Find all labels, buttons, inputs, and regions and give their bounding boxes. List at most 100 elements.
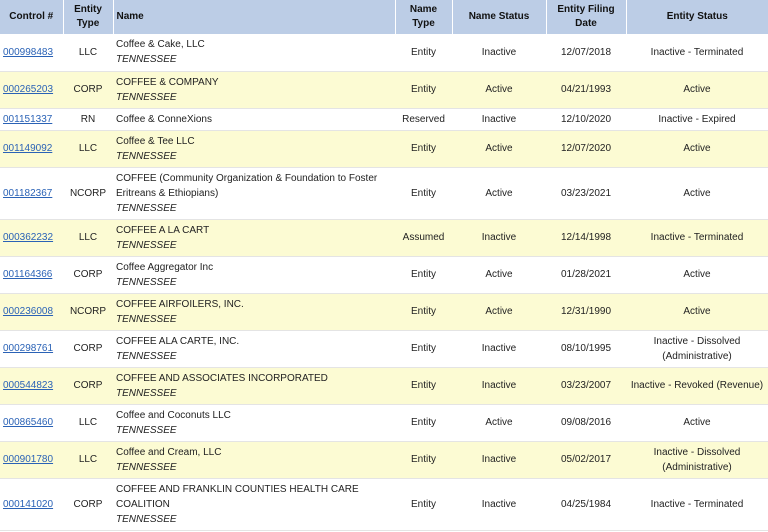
name-type-cell: Entity: [395, 478, 452, 531]
filing-date-cell: 12/10/2020: [546, 108, 626, 131]
entity-status-cell: Inactive - Dissolved (Administrative): [626, 441, 768, 479]
col-header-name-type[interactable]: Name Type: [395, 0, 453, 34]
entity-name: COFFEE ALA CARTE, INC.: [116, 335, 240, 347]
entity-status-text: Inactive - Terminated: [650, 46, 744, 58]
entity-status-text: Inactive - Dissolved (Administrative): [653, 446, 741, 473]
entity-state: TENNESSEE: [116, 424, 177, 436]
table-row: 000265203 CORP COFFEE & COMPANY TENNESSEE En…: [0, 71, 768, 109]
entity-type-cell: LLC: [63, 34, 113, 72]
table-row: 001151337 RN Coffee & ConneXions Reserved In…: [0, 108, 768, 131]
control-number-link[interactable]: 000265203: [3, 84, 53, 95]
control-number-link[interactable]: 000141020: [3, 499, 53, 510]
control-number-link[interactable]: 001151337: [3, 114, 52, 125]
entity-status-cell: Inactive - Terminated: [626, 219, 768, 257]
entity-type-cell: RN: [63, 108, 113, 131]
control-number-link[interactable]: 001164366: [3, 269, 52, 280]
table-row: 001182367 NCORP COFFEE (Community Organiza…: [0, 167, 768, 220]
name-type-cell: Entity: [395, 330, 452, 368]
filing-date-cell: 09/08/2016: [546, 404, 626, 442]
col-header-name[interactable]: Name: [113, 0, 396, 34]
table-row: 000865460 LLC Coffee and Coconuts LLC TENNE…: [0, 404, 768, 442]
filing-date-cell: 08/10/1995: [546, 330, 626, 368]
entity-name: COFFEE AND ASSOCIATES INCORPORATED: [116, 372, 328, 384]
control-number-link[interactable]: 000298761: [3, 343, 53, 354]
name-cell: COFFEE & COMPANY TENNESSEE: [113, 71, 395, 109]
entity-name: COFFEE (Community Organization & Foundat…: [116, 172, 378, 199]
col-header-filing-date[interactable]: Entity Filing Date: [546, 0, 627, 34]
control-cell: 000265203: [0, 71, 63, 109]
entity-state: TENNESSEE: [116, 313, 177, 325]
name-status-cell: Inactive: [452, 330, 546, 368]
entity-status-text: Active: [683, 306, 711, 317]
entity-type-cell: LLC: [63, 130, 113, 168]
entity-state: TENNESSEE: [116, 239, 177, 251]
control-number-link[interactable]: 000236008: [3, 306, 53, 317]
entity-status-cell: Inactive - Revoked (Revenue): [626, 367, 768, 405]
control-number-link[interactable]: 000901780: [3, 454, 53, 465]
name-status-cell: Active: [452, 130, 546, 168]
control-number-link[interactable]: 000362232: [3, 232, 53, 243]
filing-date-cell: 12/07/2018: [546, 34, 626, 72]
entity-status-text: Active: [683, 84, 711, 95]
filing-date-cell: 03/23/2021: [546, 167, 626, 220]
entity-name: Coffee & Cake, LLC: [116, 39, 205, 51]
name-cell: Coffee & Cake, LLC TENNESSEE: [113, 34, 395, 72]
entity-status-cell: Active: [626, 256, 768, 294]
entity-status-cell: Active: [626, 404, 768, 442]
control-number-link[interactable]: 000998483: [3, 47, 53, 58]
entity-status-text: Active: [683, 269, 711, 280]
entity-name: COFFEE AIRFOILERS, INC.: [116, 298, 244, 310]
filing-date-cell: 12/14/1998: [546, 219, 626, 257]
control-cell: 000236008: [0, 293, 63, 331]
control-number-link[interactable]: 000865460: [3, 417, 53, 428]
name-cell: Coffee & Tee LLC TENNESSEE: [113, 130, 395, 168]
name-type-cell: Entity: [395, 441, 452, 479]
name-cell: COFFEE AND FRANKLIN COUNTIES HEALTH CARE…: [113, 478, 395, 531]
name-status-cell: Inactive: [452, 441, 546, 479]
entity-type-cell: LLC: [63, 404, 113, 442]
entity-state: TENNESSEE: [116, 91, 177, 103]
entity-status-text: Inactive - Dissolved (Administrative): [653, 335, 741, 362]
name-type-cell: Entity: [395, 404, 452, 442]
entity-name: COFFEE & COMPANY: [116, 76, 219, 88]
name-status-cell: Active: [452, 293, 546, 331]
table-row: 000141020 CORP COFFEE AND FRANKLIN COUNTIE…: [0, 478, 768, 531]
control-number-link[interactable]: 001149092: [3, 143, 52, 154]
name-cell: Coffee and Cream, LLC TENNESSEE: [113, 441, 395, 479]
filing-date-cell: 03/23/2007: [546, 367, 626, 405]
entity-name: Coffee and Cream, LLC: [116, 446, 222, 458]
col-header-control[interactable]: Control #: [0, 0, 64, 34]
name-cell: COFFEE AND ASSOCIATES INCORPORATED TENNES…: [113, 367, 395, 405]
entity-name: Coffee and Coconuts LLC: [116, 409, 231, 421]
filing-date-cell: 12/07/2020: [546, 130, 626, 168]
filing-date-cell: 01/28/2021: [546, 256, 626, 294]
name-type-cell: Entity: [395, 256, 452, 294]
results-table: Control # Entity Type Name Name Type Nam…: [0, 0, 768, 531]
name-type-cell: Entity: [395, 167, 452, 220]
entity-state: TENNESSEE: [116, 202, 177, 214]
name-cell: Coffee Aggregator Inc TENNESSEE: [113, 256, 395, 294]
filing-date-cell: 12/31/1990: [546, 293, 626, 331]
entity-status-cell: Active: [626, 167, 768, 220]
control-cell: 000901780: [0, 441, 63, 479]
control-number-link[interactable]: 000544823: [3, 380, 53, 391]
entity-type-cell: CORP: [63, 330, 113, 368]
entity-type-cell: NCORP: [63, 293, 113, 331]
table-row: 000998483 LLC Coffee & Cake, LLC TENNESSEE E…: [0, 34, 768, 72]
col-header-entity-type[interactable]: Entity Type: [63, 0, 114, 34]
control-number-link[interactable]: 001182367: [3, 188, 52, 199]
name-cell: COFFEE (Community Organization & Foundat…: [113, 167, 395, 220]
entity-state: TENNESSEE: [116, 461, 177, 473]
control-cell: 000362232: [0, 219, 63, 257]
name-status-cell: Inactive: [452, 367, 546, 405]
entity-status-text: Inactive - Expired: [658, 113, 736, 125]
name-cell: COFFEE A LA CART TENNESSEE: [113, 219, 395, 257]
filing-date-cell: 04/25/1984: [546, 478, 626, 531]
entity-name: Coffee & Tee LLC: [116, 135, 195, 147]
col-header-name-status[interactable]: Name Status: [452, 0, 547, 34]
col-header-entity-status[interactable]: Entity Status: [626, 0, 768, 34]
entity-status-cell: Active: [626, 71, 768, 109]
entity-type-cell: CORP: [63, 71, 113, 109]
entity-status-cell: Inactive - Terminated: [626, 478, 768, 531]
entity-status-cell: Active: [626, 293, 768, 331]
